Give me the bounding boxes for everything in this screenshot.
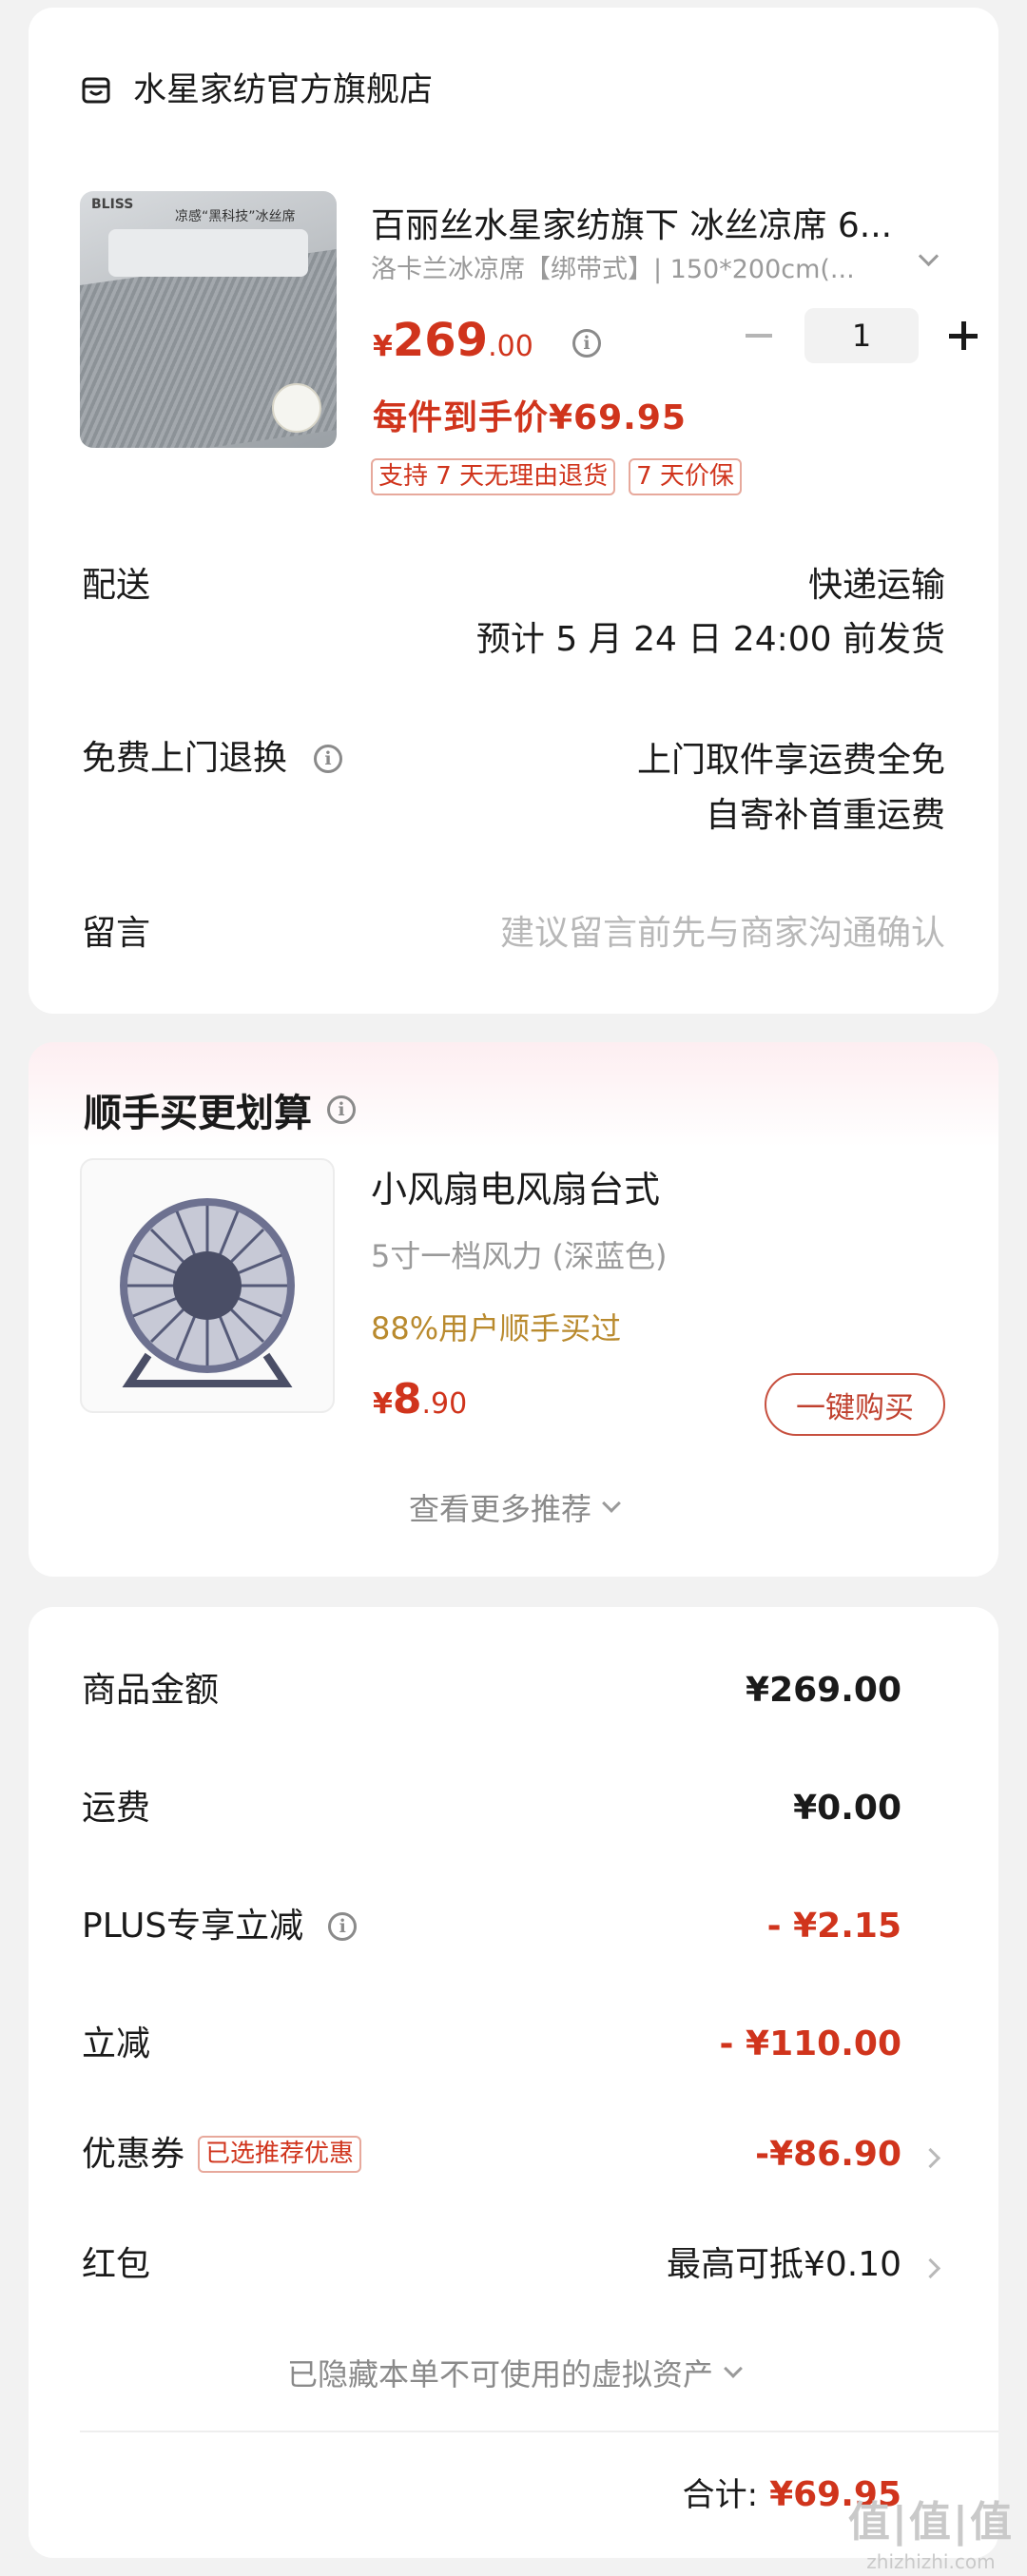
return-service-line2: 自寄补首重运费	[705, 796, 945, 835]
addon-price-symbol: ¥	[373, 1387, 393, 1421]
chevron-down-icon	[602, 1494, 621, 1513]
coupon-row[interactable]: 优惠券 已选推荐优惠	[82, 2134, 362, 2175]
shipping-label: 运费	[82, 1789, 151, 1828]
plus-discount-value: - ¥2.15	[766, 1907, 901, 1946]
addon-card: 顺手买更划算 i 小风扇电风扇台式 5寸一档风力 (深蓝色) 88%用户顺手买过…	[29, 1042, 998, 1577]
addon-title: 顺手买更划算	[84, 1092, 312, 1135]
store-icon	[82, 76, 110, 105]
addon-info-icon[interactable]: i	[327, 1095, 356, 1124]
message-input[interactable]: 建议留言前先与商家沟通确认	[500, 913, 945, 954]
return-info-icon[interactable]: i	[314, 744, 343, 773]
subtotal-label: 商品金额	[82, 1671, 220, 1710]
delivery-method[interactable]: 快递运输	[808, 565, 945, 606]
message-label: 留言	[82, 914, 151, 953]
delivery-estimate: 预计 5 月 24 日 24:00 前发货	[475, 620, 945, 659]
product-title[interactable]: 百丽丝水星家纺旗下 冰丝凉席 6...	[371, 198, 979, 247]
total-label: 合计:	[682, 2476, 759, 2514]
tag-price-protection[interactable]: 7 天价保	[629, 458, 742, 496]
increase-button[interactable]	[936, 309, 989, 362]
price-info-icon[interactable]: i	[572, 329, 601, 358]
divider	[80, 2431, 998, 2432]
image-headline: 凉感“黑科技”冰丝席	[175, 209, 296, 224]
watermark-logo: 值|值|值	[847, 2498, 1014, 2547]
red-packet-value[interactable]: 最高可抵¥0.10	[667, 2244, 901, 2285]
quantity-stepper: 1	[732, 308, 989, 363]
quantity-value[interactable]: 1	[804, 308, 919, 363]
image-badge	[272, 383, 321, 433]
price-symbol: ¥	[373, 330, 393, 363]
one-click-buy-button[interactable]: 一键购买	[765, 1373, 945, 1436]
store-name: 水星家纺官方旗舰店	[133, 71, 434, 109]
plus-discount-label-group: PLUS专享立减 i	[82, 1906, 358, 1947]
plus-discount-label: PLUS专享立减	[82, 1907, 304, 1946]
hidden-assets-link[interactable]: 已隐藏本单不可使用的虚拟资产	[29, 2351, 998, 2394]
summary-card: 商品金额 ¥269.00 运费 ¥0.00 PLUS专享立减 i - ¥2.15…	[29, 1607, 998, 2558]
product-tags: 支持 7 天无理由退货 7 天价保	[371, 458, 742, 496]
watermark-url: zhizhizhi.com	[866, 2550, 996, 2573]
return-service-label: 免费上门退换	[82, 739, 288, 778]
price-integer: 269	[392, 314, 489, 367]
addon-price-integer: 8	[392, 1375, 422, 1424]
hidden-assets-label: 已隐藏本单不可使用的虚拟资产	[286, 2356, 713, 2392]
instant-discount-label: 立减	[82, 2024, 151, 2063]
chevron-down-icon	[724, 2359, 743, 2378]
instant-discount-value: - ¥110.00	[719, 2024, 901, 2063]
store-header[interactable]: 水星家纺官方旗舰店	[82, 70, 433, 110]
return-service-line1: 上门取件享运费全免	[636, 741, 945, 780]
more-recommendations-label: 查看更多推荐	[408, 1491, 591, 1527]
delivery-label: 配送	[82, 566, 151, 605]
plus-info-icon[interactable]: i	[328, 1911, 358, 1941]
product-spec[interactable]: 洛卡兰冰凉席【绑带式】| 150*200cm(...	[371, 248, 922, 285]
minus-icon	[746, 334, 772, 338]
addon-product-image[interactable]	[80, 1158, 335, 1413]
return-service-label-group: 免费上门退换 i	[82, 738, 343, 779]
addon-price-decimal: .90	[421, 1387, 468, 1421]
addon-name[interactable]: 小风扇电风扇台式	[371, 1160, 660, 1212]
order-card: 水星家纺官方旗舰店 BLISS 凉感“黑科技”冰丝席 百丽丝水星家纺旗下 冰丝凉…	[29, 8, 998, 1014]
unit-price: 每件到手价¥69.95	[373, 398, 687, 437]
watermark: 值|值|值 zhizhizhi.com	[848, 2488, 1014, 2573]
addon-price: ¥8.90	[373, 1375, 467, 1424]
product-price: ¥269.00	[373, 314, 533, 367]
red-packet-chevron-right-icon[interactable]	[920, 2257, 941, 2279]
coupon-label: 优惠券	[82, 2135, 185, 2174]
product-image[interactable]: BLISS 凉感“黑科技”冰丝席	[80, 191, 337, 448]
image-brand: BLISS	[91, 197, 134, 212]
addon-spec[interactable]: 5寸一档风力 (深蓝色)	[371, 1232, 668, 1276]
coupon-tag: 已选推荐优惠	[198, 2136, 362, 2174]
decrease-button[interactable]	[732, 309, 785, 362]
more-recommendations-link[interactable]: 查看更多推荐	[29, 1485, 998, 1529]
addon-social-proof: 88%用户顺手买过	[371, 1310, 622, 1346]
tag-return-policy[interactable]: 支持 7 天无理由退货	[371, 458, 616, 496]
price-decimal: .00	[488, 330, 533, 363]
subtotal-value: ¥269.00	[746, 1671, 901, 1710]
coupon-chevron-right-icon[interactable]	[920, 2147, 941, 2169]
coupon-value[interactable]: -¥86.90	[755, 2134, 901, 2175]
red-packet-label: 红包	[82, 2245, 151, 2284]
shipping-value: ¥0.00	[793, 1789, 901, 1828]
addon-header: 顺手买更划算 i	[84, 1082, 356, 1137]
